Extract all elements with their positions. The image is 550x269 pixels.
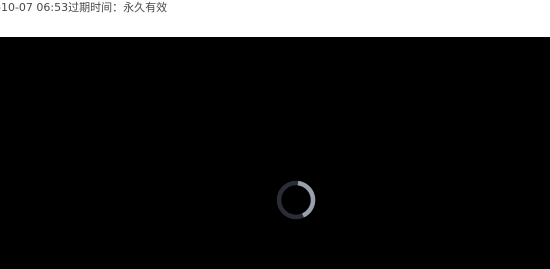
share-info-text: -10-07 06:53过期时间：永久有效: [0, 1, 168, 14]
info-bar: -10-07 06:53过期时间：永久有效: [0, 0, 550, 37]
loading-spinner-icon: [276, 180, 316, 220]
spinner-arc: [297, 180, 316, 218]
page: -10-07 06:53过期时间：永久有效: [0, 0, 550, 269]
video-player[interactable]: [0, 37, 550, 269]
